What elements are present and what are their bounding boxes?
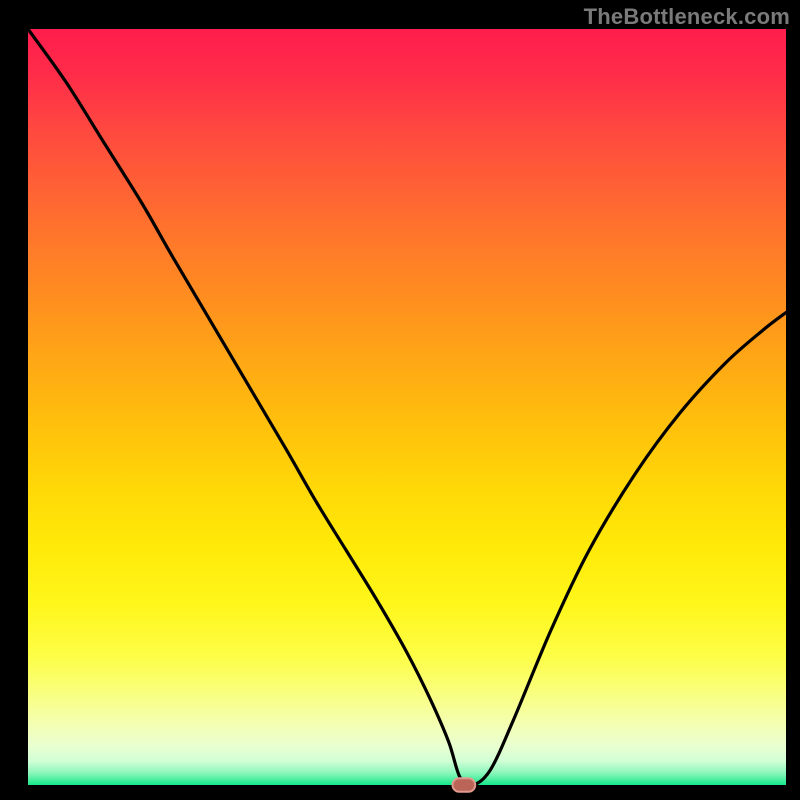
bottleneck-chart — [0, 0, 800, 800]
chart-frame: TheBottleneck.com — [0, 0, 800, 800]
plot-background — [28, 29, 786, 785]
optimum-marker — [452, 778, 475, 792]
